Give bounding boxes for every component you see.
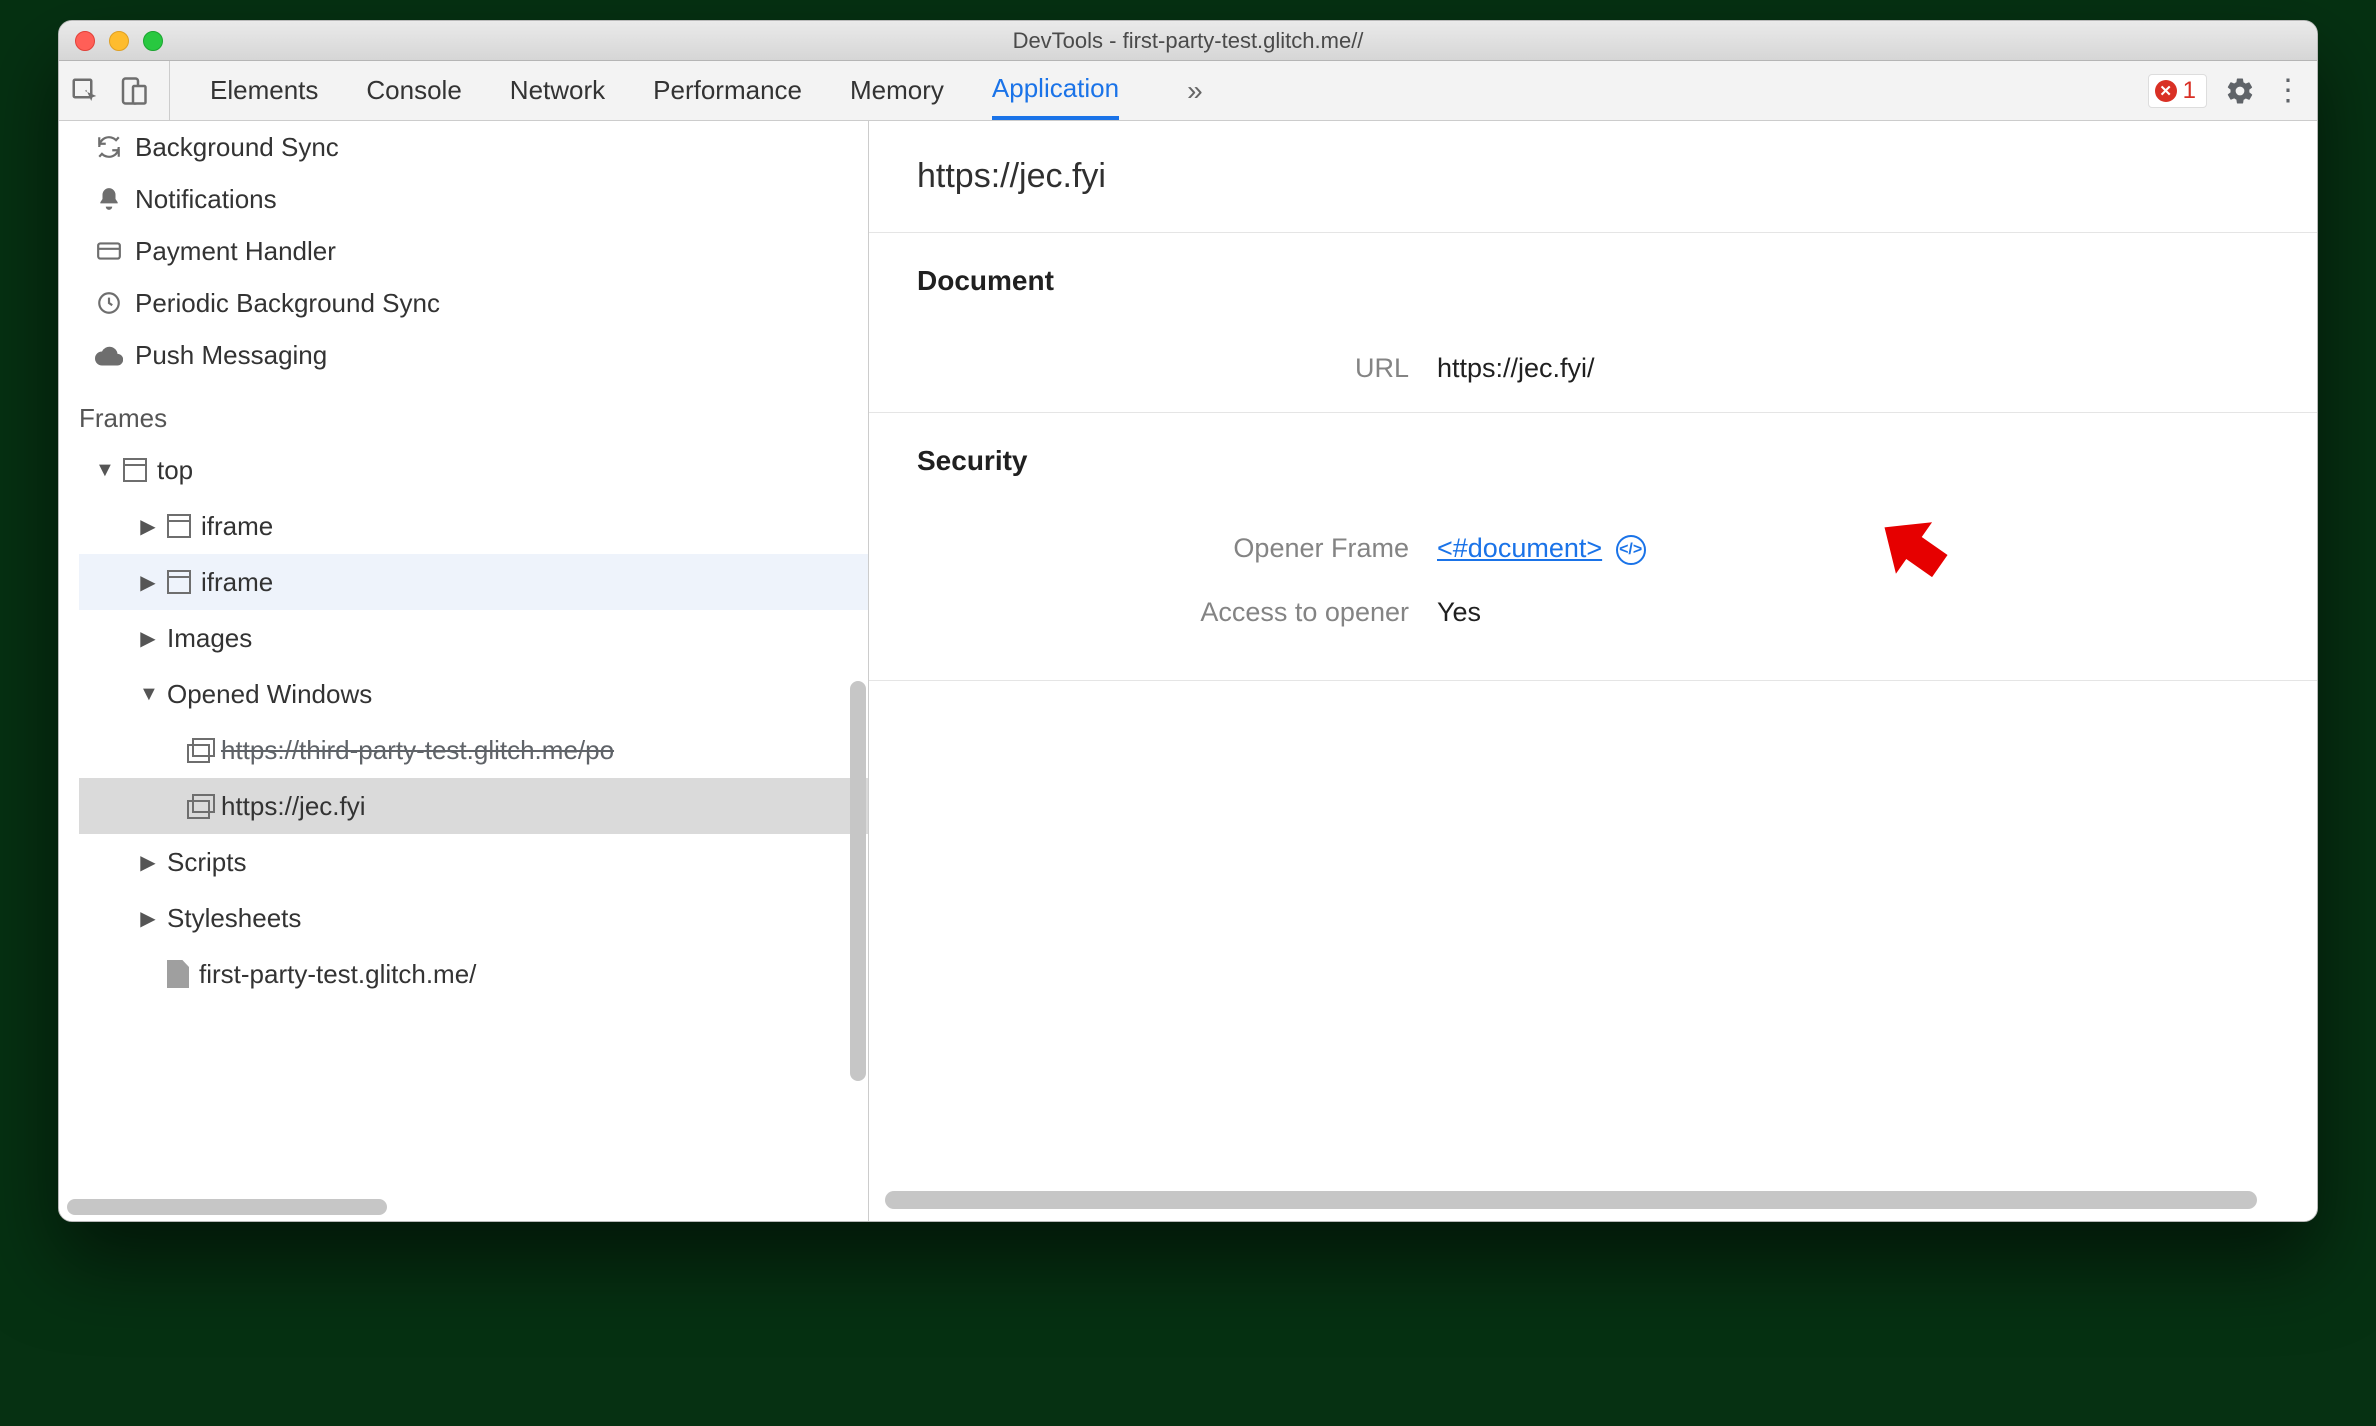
tab-elements[interactable]: Elements: [210, 61, 318, 120]
sidebar-item-payment-handler[interactable]: Payment Handler: [59, 225, 868, 277]
frame-opened-windows[interactable]: ▼ Opened Windows: [79, 666, 868, 722]
frames-tree: ▼ top ▶ iframe ▶ iframe ▶ Images: [59, 442, 868, 1002]
frame-label: Stylesheets: [167, 903, 301, 934]
sidebar-item-label: Notifications: [135, 184, 277, 215]
frame-images[interactable]: ▶ Images: [79, 610, 868, 666]
disclosure-triangle-down-icon[interactable]: ▼: [139, 683, 157, 706]
security-section: Security Opener Frame <#document> </> Ac…: [869, 412, 2317, 681]
tab-performance[interactable]: Performance: [653, 61, 802, 120]
error-icon: ✕: [2155, 80, 2177, 102]
tab-console[interactable]: Console: [366, 61, 461, 120]
tab-network[interactable]: Network: [510, 61, 605, 120]
detail-heading: https://jec.fyi: [869, 121, 2317, 232]
disclosure-triangle-right-icon[interactable]: ▶: [139, 626, 157, 651]
opener-frame-link[interactable]: <#document>: [1437, 533, 1602, 563]
application-sidebar: Background Sync Notifications Payment Ha…: [59, 121, 869, 1221]
sidebar-item-label: Payment Handler: [135, 236, 336, 267]
credit-card-icon: [95, 237, 123, 265]
access-to-opener-value: Yes: [1437, 597, 1481, 628]
url-label: URL: [917, 353, 1437, 384]
frame-label: Images: [167, 623, 252, 654]
error-count-badge[interactable]: ✕ 1: [2148, 74, 2207, 108]
devtools-toolbar: Elements Console Network Performance Mem…: [59, 61, 2317, 121]
frame-label: iframe: [201, 567, 273, 598]
sidebar-item-label: Push Messaging: [135, 340, 327, 371]
devtools-window: DevTools - first-party-test.glitch.me// …: [58, 20, 2318, 1222]
device-toolbar-icon[interactable]: [117, 75, 149, 107]
toolbar-right-group: ✕ 1 ⋮: [2148, 73, 2307, 108]
sidebar-item-background-sync[interactable]: Background Sync: [59, 121, 868, 173]
maximize-window-button[interactable]: [143, 31, 163, 51]
frame-label: iframe: [201, 511, 273, 542]
settings-gear-icon[interactable]: [2225, 76, 2255, 106]
sidebar-vertical-scrollbar[interactable]: [850, 681, 866, 1081]
traffic-lights: [75, 31, 163, 51]
frame-iframe-1[interactable]: ▶ iframe: [79, 498, 868, 554]
frame-document[interactable]: first-party-test.glitch.me/: [79, 946, 868, 1002]
toolbar-left-group: [69, 61, 170, 120]
disclosure-triangle-down-icon[interactable]: ▼: [95, 459, 113, 482]
more-options-icon[interactable]: ⋮: [2273, 73, 2303, 108]
clock-icon: [95, 289, 123, 317]
frame-stylesheets[interactable]: ▶ Stylesheets: [79, 890, 868, 946]
opener-frame-value: <#document> </>: [1437, 533, 1646, 565]
frame-top[interactable]: ▼ top: [79, 442, 868, 498]
opened-window-label: https://third-party-test.glitch.me/po: [221, 735, 614, 766]
window-icon: [187, 738, 211, 762]
sidebar-item-periodic-background-sync[interactable]: Periodic Background Sync: [59, 277, 868, 329]
tab-memory[interactable]: Memory: [850, 61, 944, 120]
frame-label: Scripts: [167, 847, 246, 878]
close-window-button[interactable]: [75, 31, 95, 51]
opened-window-1[interactable]: https://third-party-test.glitch.me/po: [79, 722, 868, 778]
error-count: 1: [2183, 77, 2196, 105]
panel-tabs: Elements Console Network Performance Mem…: [170, 61, 1203, 120]
inspect-element-icon[interactable]: [69, 75, 101, 107]
more-tabs-button[interactable]: »: [1167, 75, 1203, 107]
document-icon: [167, 960, 189, 988]
disclosure-triangle-right-icon[interactable]: ▶: [139, 850, 157, 875]
security-section-title: Security: [917, 445, 2317, 477]
window-title: DevTools - first-party-test.glitch.me//: [59, 28, 2317, 54]
frame-label: first-party-test.glitch.me/: [199, 959, 476, 990]
cloud-icon: [95, 341, 123, 369]
disclosure-triangle-right-icon[interactable]: ▶: [139, 514, 157, 539]
frame-scripts[interactable]: ▶ Scripts: [79, 834, 868, 890]
content-area: Background Sync Notifications Payment Ha…: [59, 121, 2317, 1221]
frame-icon: [167, 514, 191, 538]
sidebar-item-label: Periodic Background Sync: [135, 288, 440, 319]
document-section-title: Document: [917, 265, 2317, 297]
document-url-row: URL https://jec.fyi/: [917, 337, 2317, 400]
url-value: https://jec.fyi/: [1437, 353, 1595, 384]
opened-window-2[interactable]: https://jec.fyi: [79, 778, 868, 834]
frame-label: top: [157, 455, 193, 486]
frame-label: Opened Windows: [167, 679, 372, 710]
minimize-window-button[interactable]: [109, 31, 129, 51]
opener-frame-row: Opener Frame <#document> </>: [917, 517, 2317, 581]
opener-frame-label: Opener Frame: [917, 533, 1437, 564]
titlebar: DevTools - first-party-test.glitch.me//: [59, 21, 2317, 61]
reveal-in-elements-icon[interactable]: </>: [1616, 535, 1646, 565]
sidebar-item-label: Background Sync: [135, 132, 339, 163]
sync-icon: [95, 133, 123, 161]
frame-detail-pane: https://jec.fyi Document URL https://jec…: [869, 121, 2317, 1221]
bell-icon: [95, 185, 123, 213]
window-icon: [187, 794, 211, 818]
frame-iframe-2[interactable]: ▶ iframe: [79, 554, 868, 610]
frame-icon: [167, 570, 191, 594]
access-to-opener-row: Access to opener Yes: [917, 581, 2317, 644]
tab-application[interactable]: Application: [992, 61, 1119, 120]
disclosure-triangle-right-icon[interactable]: ▶: [139, 570, 157, 595]
frames-heading: Frames: [59, 381, 868, 442]
document-section: Document URL https://jec.fyi/: [869, 232, 2317, 412]
disclosure-triangle-right-icon[interactable]: ▶: [139, 906, 157, 931]
frame-icon: [123, 458, 147, 482]
detail-horizontal-scrollbar[interactable]: [885, 1191, 2257, 1209]
sidebar-item-notifications[interactable]: Notifications: [59, 173, 868, 225]
opened-window-label: https://jec.fyi: [221, 791, 366, 822]
sidebar-item-push-messaging[interactable]: Push Messaging: [59, 329, 868, 381]
sidebar-horizontal-scrollbar[interactable]: [67, 1199, 387, 1215]
access-to-opener-label: Access to opener: [917, 597, 1437, 628]
